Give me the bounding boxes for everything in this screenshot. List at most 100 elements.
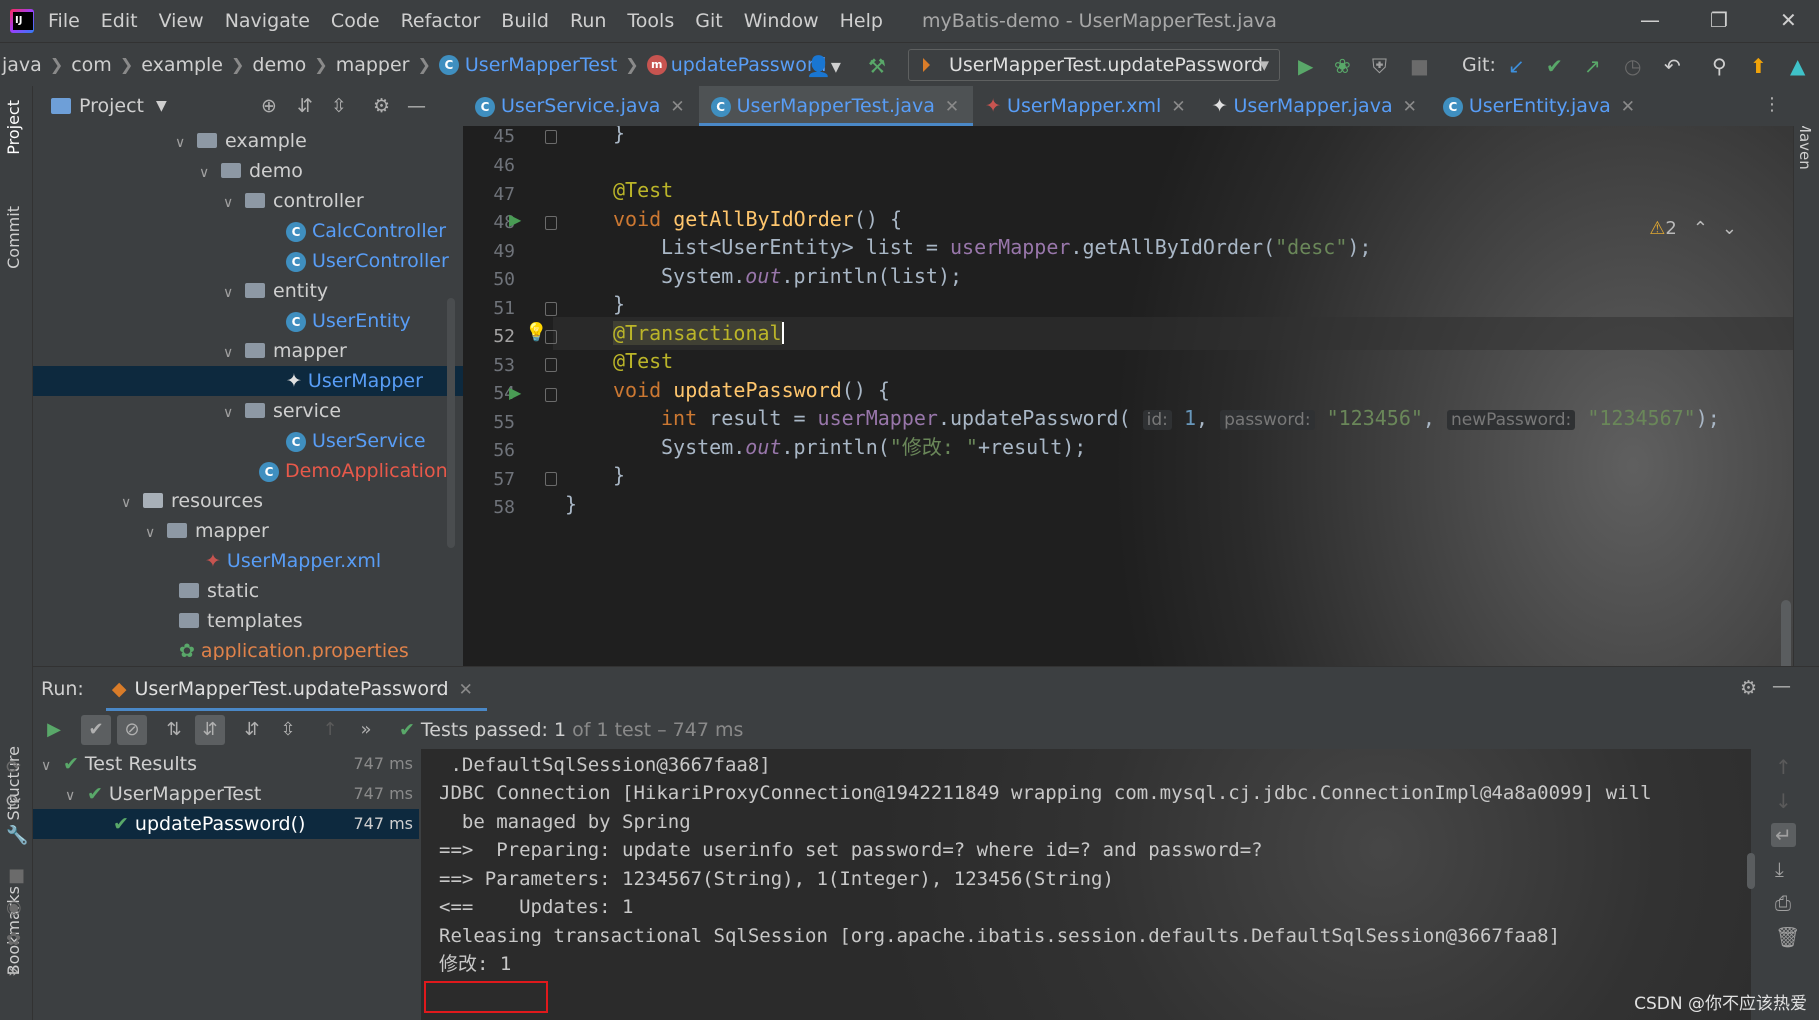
menu-build[interactable]: Build (501, 10, 549, 32)
history-icon[interactable]: ◷ (1624, 54, 1641, 78)
console-scrollbar[interactable] (1747, 853, 1755, 889)
user-icon[interactable]: 👤▾ (806, 54, 841, 78)
wrench-icon[interactable]: 🔧 (6, 825, 28, 846)
fold-marker-icon[interactable] (545, 472, 557, 486)
tree-item-entity[interactable]: ∨ entity (33, 276, 463, 306)
fold-marker-icon[interactable] (545, 216, 557, 230)
breadcrumb-example[interactable]: example (141, 54, 223, 76)
close-icon[interactable]: ✕ (459, 680, 473, 700)
project-scrollbar[interactable] (447, 298, 455, 548)
gear-icon[interactable]: ⚙ (1740, 677, 1757, 699)
tree-item-usermapper-xml[interactable]: ✦ UserMapper.xml (33, 546, 463, 576)
close-icon[interactable]: ✕ (945, 97, 959, 117)
toggle-auto-test-icon[interactable]: ⟳ (6, 791, 21, 812)
menu-refactor[interactable]: Refactor (401, 10, 481, 32)
coverage-icon[interactable]: ⛨ (1372, 54, 1387, 78)
close-icon[interactable]: ✕ (1780, 8, 1797, 32)
fold-marker-icon[interactable] (545, 330, 557, 344)
restore-icon[interactable]: ❐ (1710, 8, 1728, 32)
tree-item-application-properties[interactable]: ✿ application.properties (33, 636, 463, 660)
locate-icon[interactable]: ⊕ (261, 95, 277, 117)
collapse-all-icon[interactable]: ⇳ (331, 95, 347, 117)
tree-item-userservice[interactable]: C UserService (33, 426, 463, 456)
fold-marker-icon[interactable] (545, 302, 557, 316)
more-actions-icon[interactable]: » (351, 715, 381, 745)
scroll-to-end-icon[interactable]: ⤓ (1775, 857, 1784, 881)
breadcrumb-demo[interactable]: demo (252, 54, 306, 76)
breadcrumb-class[interactable]: UserMapperTest (465, 54, 617, 76)
close-icon[interactable]: ✕ (1621, 97, 1635, 117)
close-icon[interactable]: ✕ (1171, 97, 1185, 117)
test-row-results[interactable]: ∨ ✔ Test Results 747 ms (33, 749, 419, 779)
tree-item-usermapper[interactable]: ✦ UserMapper (33, 366, 463, 396)
code-editor[interactable]: C UserService.java ✕ C UserMapperTest.java ✕… (463, 86, 1819, 666)
fold-marker-icon[interactable] (545, 358, 557, 372)
rerun-failed-icon[interactable]: ⟳ (6, 757, 21, 778)
run-icon[interactable]: ▶ (1298, 54, 1313, 78)
close-icon[interactable]: ✕ (1403, 97, 1417, 117)
stop-icon[interactable]: ■ (8, 865, 25, 886)
plugin-logo-icon[interactable]: ▲ (1790, 54, 1805, 78)
debug-icon[interactable]: ❀ (1334, 54, 1351, 78)
hide-panel-icon[interactable]: — (1772, 675, 1791, 697)
menu-git[interactable]: Git (695, 10, 722, 32)
rerun-icon[interactable]: ▶ (39, 715, 69, 745)
inspection-widget[interactable]: ⚠2 ⌃ ⌄ (1649, 218, 1737, 239)
menu-run[interactable]: Run (570, 10, 606, 32)
menu-tools[interactable]: Tools (627, 10, 674, 32)
close-icon[interactable]: ✕ (670, 97, 684, 117)
run-configuration-select[interactable]: UserMapperTest.updatePassword ▾ (908, 49, 1280, 81)
gear-icon[interactable]: ⚙ (373, 95, 390, 117)
tab-commit[interactable]: Commit (4, 206, 23, 269)
tab-usermapper-xml[interactable]: ✦ UserMapper.xml ✕ (973, 86, 1199, 126)
tab-maven[interactable]: Maven (1796, 120, 1814, 170)
breadcrumb-mapper[interactable]: mapper (336, 54, 410, 76)
tree-item-mapper[interactable]: ∨ mapper (33, 336, 463, 366)
expand-all-icon[interactable]: ⇵ (237, 715, 267, 745)
tree-item-service[interactable]: ∨ service (33, 396, 463, 426)
test-row-method[interactable]: ✔ updatePassword() 747 ms (33, 809, 419, 839)
menu-edit[interactable]: Edit (101, 10, 138, 32)
collapse-all-icon[interactable]: ⇳ (273, 715, 303, 745)
fold-marker-icon[interactable] (545, 130, 557, 144)
git-commit-icon[interactable]: ✔ (1546, 54, 1563, 78)
breadcrumb-java[interactable]: java (2, 54, 42, 76)
trash-icon[interactable]: 🗑 (1775, 925, 1800, 949)
print-icon[interactable]: ⎙ (1775, 891, 1791, 915)
camera-icon[interactable]: ◉ (6, 897, 22, 918)
project-panel-title[interactable]: Project (79, 95, 144, 117)
menu-code[interactable]: Code (331, 10, 380, 32)
previous-failed-icon[interactable]: ↑ (315, 715, 345, 745)
chevron-down-icon[interactable]: ▼ (156, 98, 167, 114)
more-tabs-icon[interactable]: ⋮ (1763, 94, 1781, 115)
fold-marker-icon[interactable] (545, 388, 557, 402)
stop-icon[interactable]: ■ (1410, 54, 1429, 78)
test-row-class[interactable]: ∨ ✔ UserMapperTest 747 ms (33, 779, 419, 809)
tab-userentity-java[interactable]: C UserEntity.java ✕ (1431, 86, 1649, 126)
menu-view[interactable]: View (159, 10, 204, 32)
tree-item-userentity[interactable]: C UserEntity (33, 306, 463, 336)
chevron-up-icon[interactable]: ⌃ (1693, 218, 1708, 239)
menu-navigate[interactable]: Navigate (225, 10, 310, 32)
pin-icon[interactable]: ✿ (6, 929, 21, 950)
tree-item-demoapplication[interactable]: C DemoApplication (33, 456, 463, 486)
tree-item-templates[interactable]: templates (33, 606, 463, 636)
tree-item-calccontroller[interactable]: C CalcController (33, 216, 463, 246)
run-test-gutter-icon[interactable]: ▶ (509, 383, 521, 402)
git-push-icon[interactable]: ↗ (1584, 54, 1601, 78)
editor-scrollbar[interactable] (1781, 600, 1791, 666)
update-available-icon[interactable]: ⬆ (1750, 54, 1767, 78)
arrow-up-icon[interactable]: ↑ (1775, 755, 1792, 779)
tree-item-usercontroller[interactable]: C UserController (33, 246, 463, 276)
minimize-icon[interactable]: — (1640, 8, 1660, 32)
search-icon[interactable]: ⚲ (1712, 54, 1727, 78)
tree-item-resources-mapper[interactable]: ∨ mapper (33, 516, 463, 546)
chevron-down-icon[interactable]: ⌄ (1722, 218, 1737, 239)
show-ignored-icon[interactable]: ⊘ (117, 715, 147, 745)
tab-usermappertest-java[interactable]: C UserMapperTest.java ✕ (698, 86, 974, 126)
tree-item-resources[interactable]: ∨ resources (33, 486, 463, 516)
soft-wrap-icon[interactable]: ↵ (1771, 823, 1796, 847)
hide-panel-icon[interactable]: — (407, 95, 426, 117)
arrow-down-icon[interactable]: ↓ (1775, 789, 1792, 813)
rollback-icon[interactable]: ↶ (1664, 54, 1681, 78)
